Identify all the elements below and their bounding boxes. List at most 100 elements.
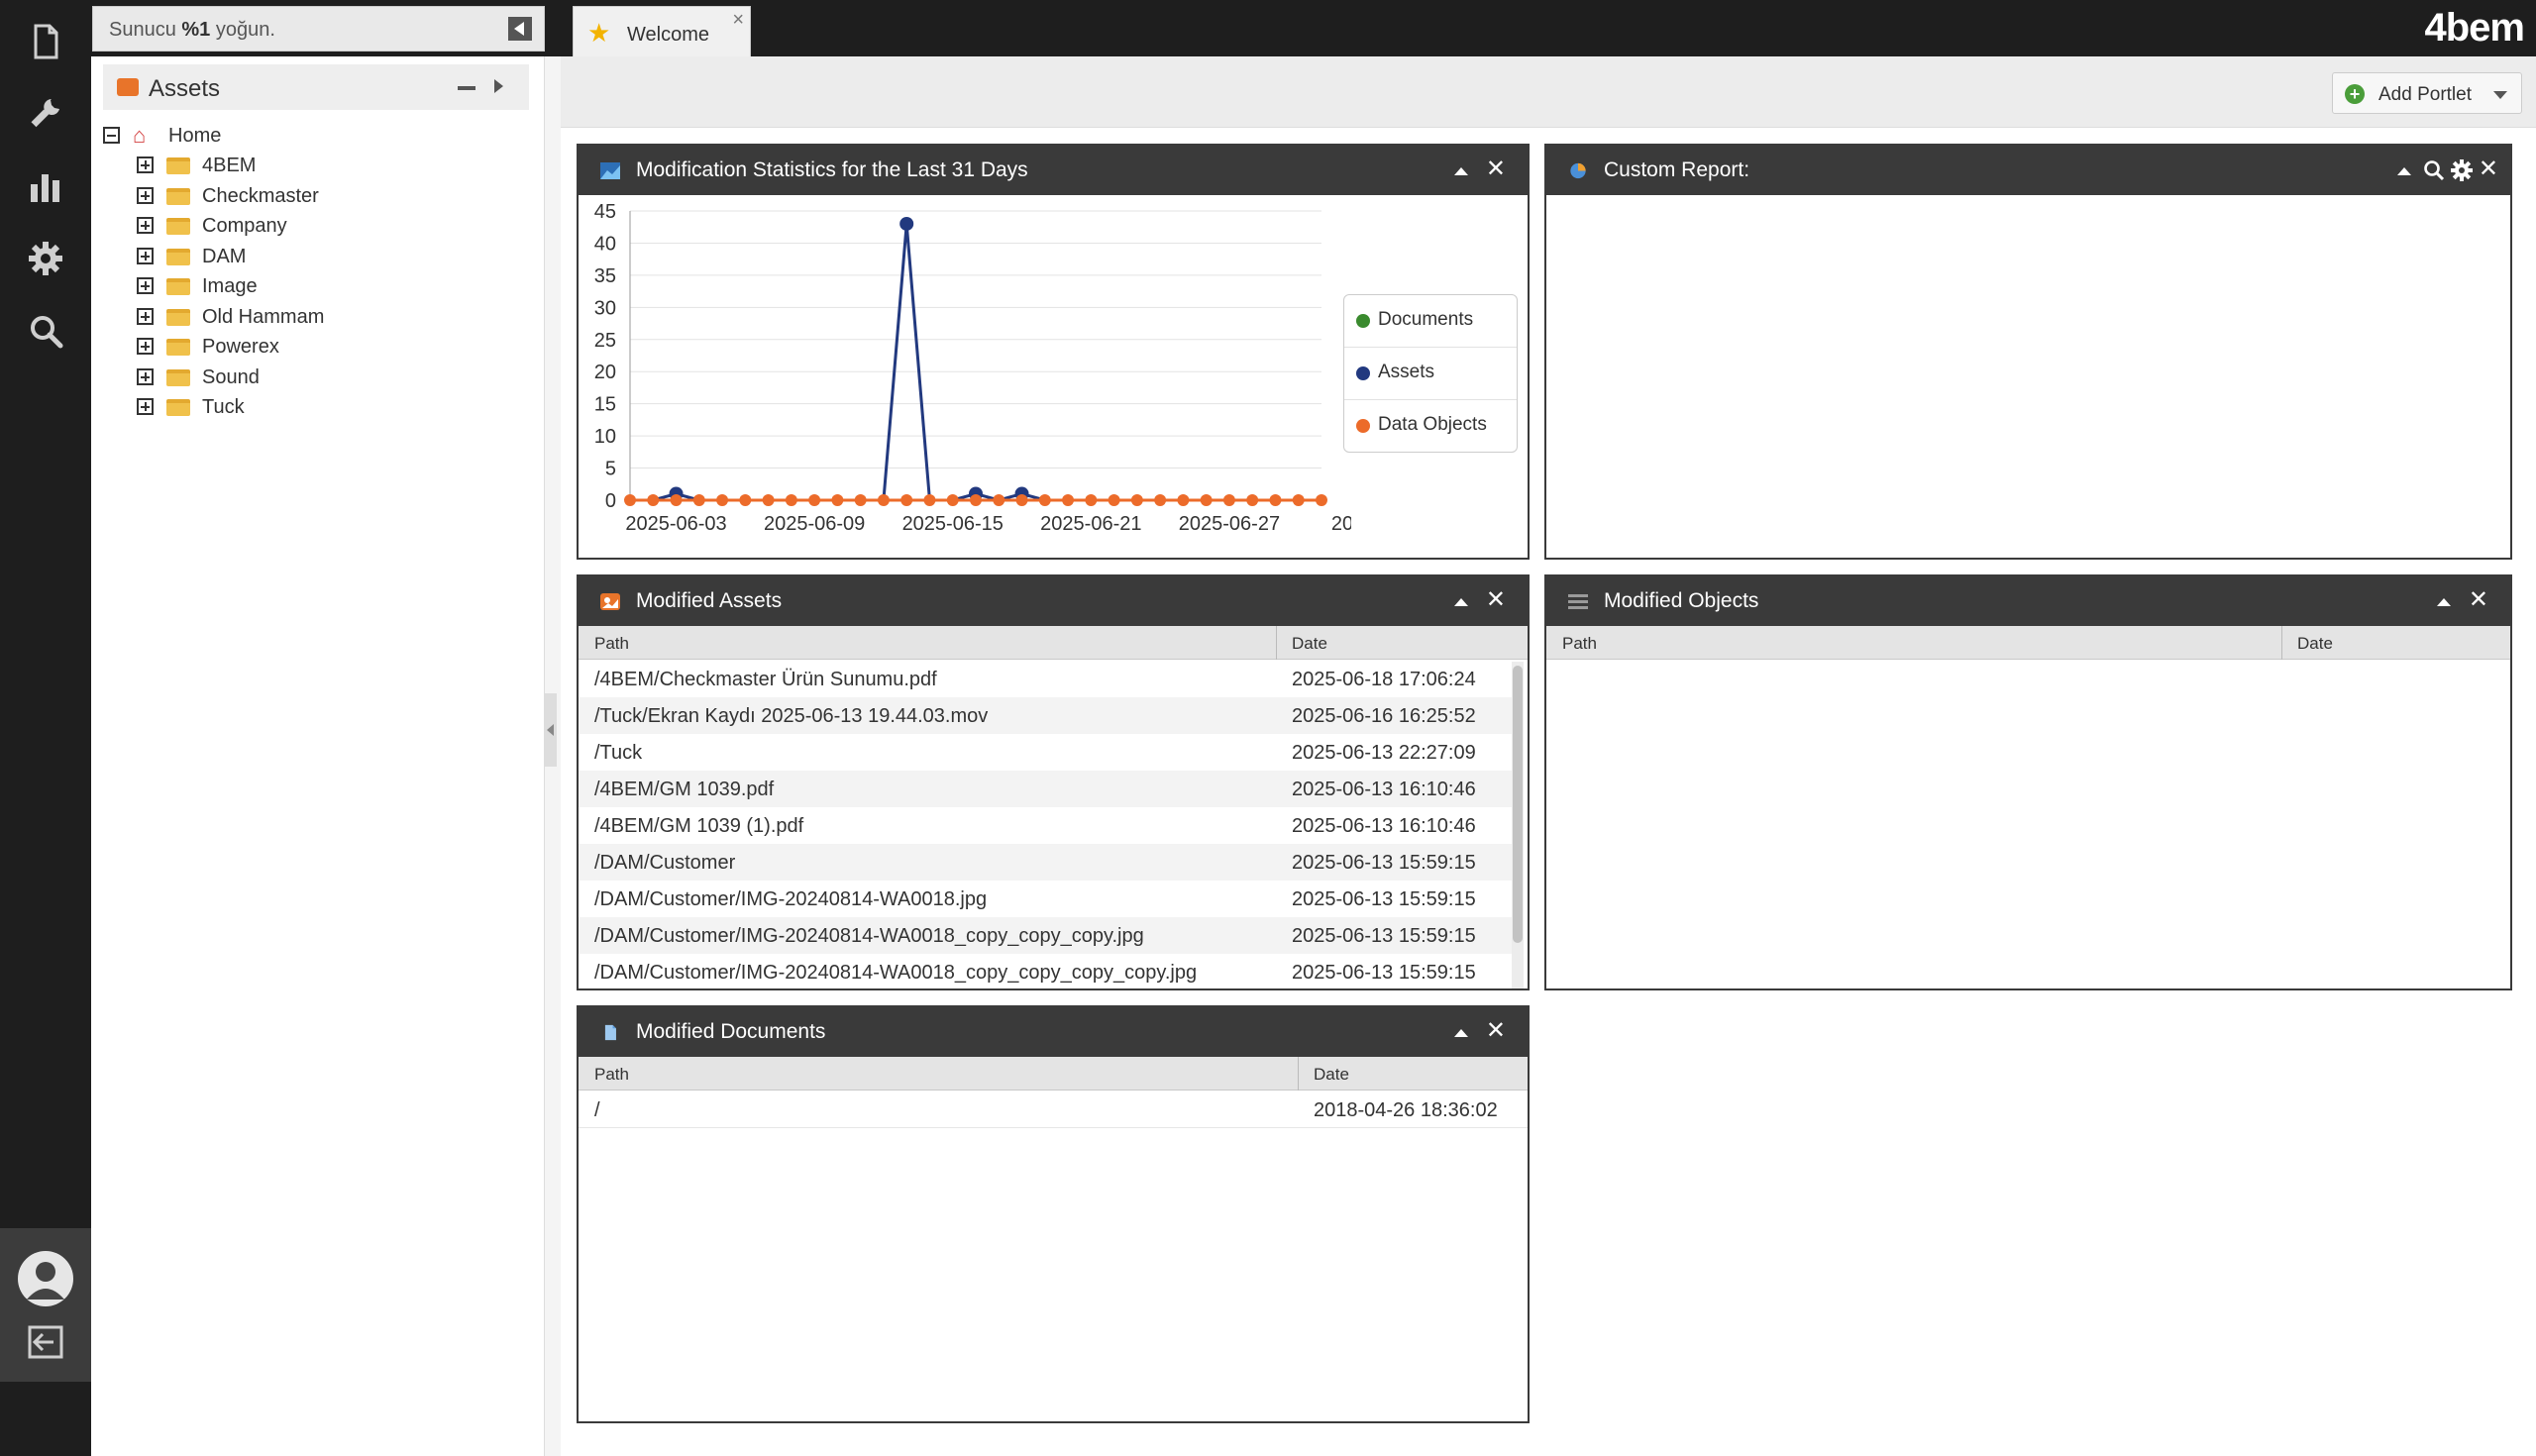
main-nav-rail [0, 0, 91, 1456]
reports-icon[interactable] [26, 166, 65, 206]
legend-dot [1356, 366, 1370, 380]
tree-node-label: Company [202, 215, 287, 237]
chart-legend: Documents Assets Data Objects [1343, 294, 1518, 453]
gear-icon[interactable] [2451, 159, 2473, 181]
column-separator[interactable] [2281, 626, 2282, 660]
table-row[interactable]: /DAM/Customer/IMG-20240814-WA0018.jpg 202… [579, 881, 1514, 917]
table-row[interactable]: /DAM/Customer 2025-06-13 15:59:15 [579, 844, 1514, 881]
column-header-path[interactable]: Path [594, 1065, 629, 1085]
column-header-date[interactable]: Date [1292, 634, 1327, 654]
table-row[interactable]: /Tuck/Ekran Kaydı 2025-06-13 19.44.03.mo… [579, 697, 1514, 734]
data-point [1200, 494, 1213, 506]
panel-splitter[interactable] [545, 693, 557, 767]
avatar[interactable] [17, 1250, 74, 1307]
collapse-icon[interactable] [103, 127, 120, 144]
data-point [785, 494, 797, 506]
expand-icon[interactable] [137, 248, 154, 264]
column-header-date[interactable]: Date [2297, 634, 2333, 654]
data-point [1154, 494, 1167, 506]
collapse-left-panel-button[interactable] [508, 17, 532, 41]
documents-icon[interactable] [26, 22, 65, 61]
data-point [1177, 494, 1190, 506]
close-icon[interactable]: ✕ [1486, 157, 1506, 181]
legend-label: Assets [1378, 362, 1435, 382]
data-point [808, 494, 821, 506]
tools-icon[interactable] [26, 93, 65, 133]
data-point [1015, 494, 1028, 506]
portlet-header: Modified Objects ✕ [1546, 576, 2510, 626]
settings-gear-icon[interactable] [26, 239, 65, 278]
expand-panel-icon[interactable] [494, 79, 503, 93]
user-area [0, 1228, 91, 1382]
expand-icon[interactable] [137, 187, 154, 204]
minimize-icon[interactable] [2397, 167, 2411, 175]
data-point [1292, 494, 1305, 506]
close-icon[interactable]: ✕ [1486, 1019, 1506, 1043]
folder-icon [166, 369, 190, 386]
table-row[interactable]: /4BEM/Checkmaster Ürün Sunumu.pdf 2025-06… [579, 661, 1514, 697]
dashboard-toolbar: + Add Portlet [561, 56, 2536, 128]
y-tick-label: 15 [594, 394, 616, 416]
assets-panel-title: Assets [149, 75, 221, 102]
data-point [1108, 494, 1120, 506]
table-row[interactable]: /4BEM/GM 1039 (1).pdf 2025-06-13 16:10:46 [579, 807, 1514, 844]
objects-list-icon [1568, 594, 1588, 609]
minimize-icon[interactable] [2437, 598, 2451, 606]
expand-icon[interactable] [137, 338, 154, 355]
custom-report-portlet: Custom Report: ✕ [1544, 144, 2512, 560]
logout-icon[interactable] [26, 1322, 65, 1362]
expand-icon[interactable] [137, 156, 154, 173]
search-icon[interactable] [2423, 159, 2445, 181]
expand-icon[interactable] [137, 277, 154, 294]
cell-date: 2018-04-26 18:36:02 [1314, 1099, 1498, 1121]
column-header-date[interactable]: Date [1314, 1065, 1349, 1085]
document-icon [604, 1024, 616, 1041]
table-row[interactable]: / 2018-04-26 18:36:02 [579, 1092, 1528, 1128]
column-separator[interactable] [1276, 626, 1277, 660]
close-icon[interactable]: ✕ [1486, 588, 1506, 612]
table-row[interactable]: /DAM/Customer/IMG-20240814-WA0018_copy_c… [579, 917, 1514, 954]
column-separator[interactable] [1298, 1057, 1299, 1091]
column-header-path[interactable]: Path [594, 634, 629, 654]
minimize-icon[interactable] [1454, 167, 1468, 175]
table-row[interactable]: /Tuck 2025-06-13 22:27:09 [579, 734, 1514, 771]
folder-icon [166, 188, 190, 205]
cell-date: 2025-06-18 17:06:24 [1292, 669, 1476, 690]
minimize-icon[interactable] [1454, 598, 1468, 606]
y-tick-label: 40 [594, 233, 616, 255]
data-point [1246, 494, 1259, 506]
home-icon: ⌂ [133, 123, 147, 148]
close-icon[interactable]: ✕ [2479, 157, 2498, 181]
expand-icon[interactable] [137, 398, 154, 415]
portlet-header: Custom Report: ✕ [1546, 146, 2510, 195]
tab-welcome[interactable]: ★ Welcome × [573, 6, 751, 56]
data-point [877, 494, 890, 506]
data-point [970, 494, 982, 506]
tree-node-label: 4BEM [202, 155, 257, 176]
tree-node-label: Old Hammam [202, 306, 325, 328]
table-row[interactable]: /DAM/Customer/IMG-20240814-WA0018_copy_c… [579, 954, 1514, 988]
cell-date: 2025-06-13 15:59:15 [1292, 888, 1476, 910]
search-icon[interactable] [26, 311, 65, 351]
tab-close-icon[interactable]: × [732, 9, 744, 32]
expand-icon[interactable] [137, 368, 154, 385]
portlet-header: Modified Assets ✕ [579, 576, 1528, 626]
expand-icon[interactable] [137, 217, 154, 234]
cell-path: /4BEM/GM 1039.pdf [594, 779, 775, 800]
folder-icon [166, 309, 190, 326]
y-tick-label: 45 [594, 201, 616, 223]
data-point [946, 494, 959, 506]
vertical-scrollbar[interactable] [1512, 662, 1524, 988]
assets-panel-header: Assets [103, 64, 529, 110]
scrollbar-thumb[interactable] [1513, 666, 1523, 943]
table-row[interactable]: /4BEM/GM 1039.pdf 2025-06-13 16:10:46 [579, 771, 1514, 807]
minimize-icon[interactable] [1454, 1029, 1468, 1037]
tab-label: Welcome [627, 24, 709, 46]
series-line-assets [630, 223, 1321, 502]
collapse-all-icon[interactable] [458, 86, 476, 90]
expand-icon[interactable] [137, 308, 154, 325]
legend-divider [1344, 399, 1517, 400]
column-header-path[interactable]: Path [1562, 634, 1597, 654]
close-icon[interactable]: ✕ [2469, 588, 2488, 612]
add-portlet-button[interactable]: + Add Portlet [2332, 72, 2522, 114]
